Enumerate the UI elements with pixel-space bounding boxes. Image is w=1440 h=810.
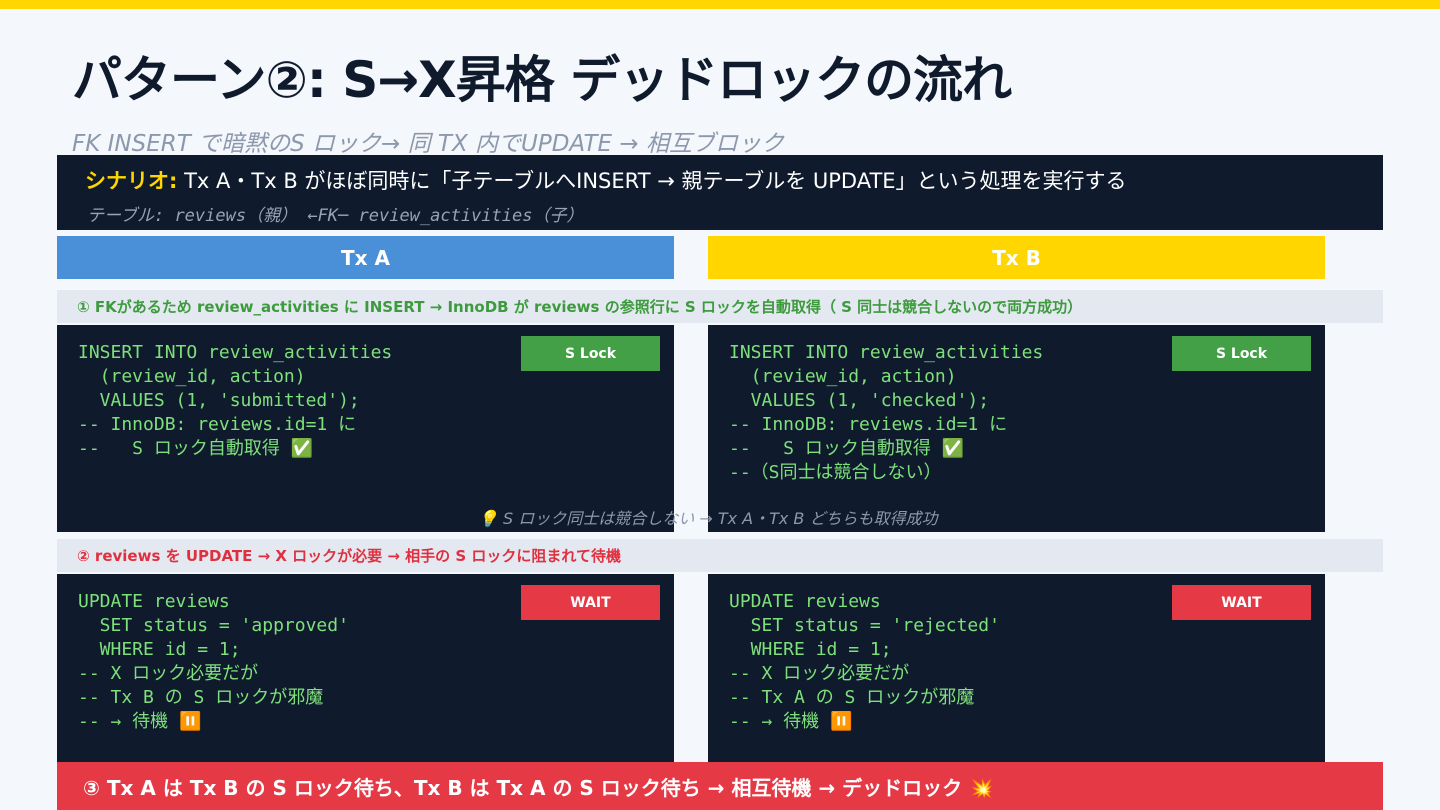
step-1-banner: ① FKがあるため review_activities に INSERT → I… (57, 290, 1383, 323)
s-lock-badge: S Lock (521, 336, 660, 371)
tx-b-header: Tx B (708, 236, 1325, 279)
scenario-label: シナリオ: (85, 169, 178, 193)
scenario-box: シナリオ: Tx A・Tx B がほぼ同時に「子テーブルへINSERT → 親テ… (57, 155, 1383, 230)
tx-b-update-code: UPDATE reviews SET status = 'rejected' W… (729, 591, 1000, 732)
deadlock-conclusion-banner: ③ Tx A は Tx B の S ロック待ち、Tx B は Tx A の S … (57, 762, 1383, 810)
tx-b-insert-code: INSERT INTO review_activities (review_id… (729, 342, 1044, 483)
tx-a-update-code: UPDATE reviews SET status = 'approved' W… (78, 591, 349, 732)
scenario-line: シナリオ: Tx A・Tx B がほぼ同時に「子テーブルへINSERT → 親テ… (85, 165, 1127, 195)
tx-a-insert-code-block: INSERT INTO review_activities (review_id… (57, 325, 674, 532)
tx-a-insert-code: INSERT INTO review_activities (review_id… (78, 342, 393, 459)
page-title: パターン②: S→X昇格 デッドロックの流れ (72, 51, 1012, 109)
scenario-text: Tx A・Tx B がほぼ同時に「子テーブルへINSERT → 親テーブルを U… (184, 169, 1127, 193)
tx-a-update-code-block: UPDATE reviews SET status = 'approved' W… (57, 574, 674, 762)
wait-badge: WAIT (521, 585, 660, 620)
page-subtitle: FK INSERT で暗黙のS ロック→ 同 TX 内でUPDATE → 相互ブ… (72, 131, 784, 157)
tip-note: 💡 S ロック同士は競合しない → Tx A・Tx B どちらも取得成功 (478, 509, 938, 528)
scenario-tables: テーブル: reviews（親） ←FK─ review_activities（… (87, 206, 584, 226)
tx-a-header: Tx A (57, 236, 674, 279)
top-accent-bar (0, 0, 1440, 9)
wait-badge: WAIT (1172, 585, 1311, 620)
step-2-banner: ② reviews を UPDATE → X ロックが必要 → 相手の S ロッ… (57, 539, 1383, 572)
s-lock-badge: S Lock (1172, 336, 1311, 371)
tx-b-insert-code-block: INSERT INTO review_activities (review_id… (708, 325, 1325, 532)
tx-b-update-code-block: UPDATE reviews SET status = 'rejected' W… (708, 574, 1325, 762)
